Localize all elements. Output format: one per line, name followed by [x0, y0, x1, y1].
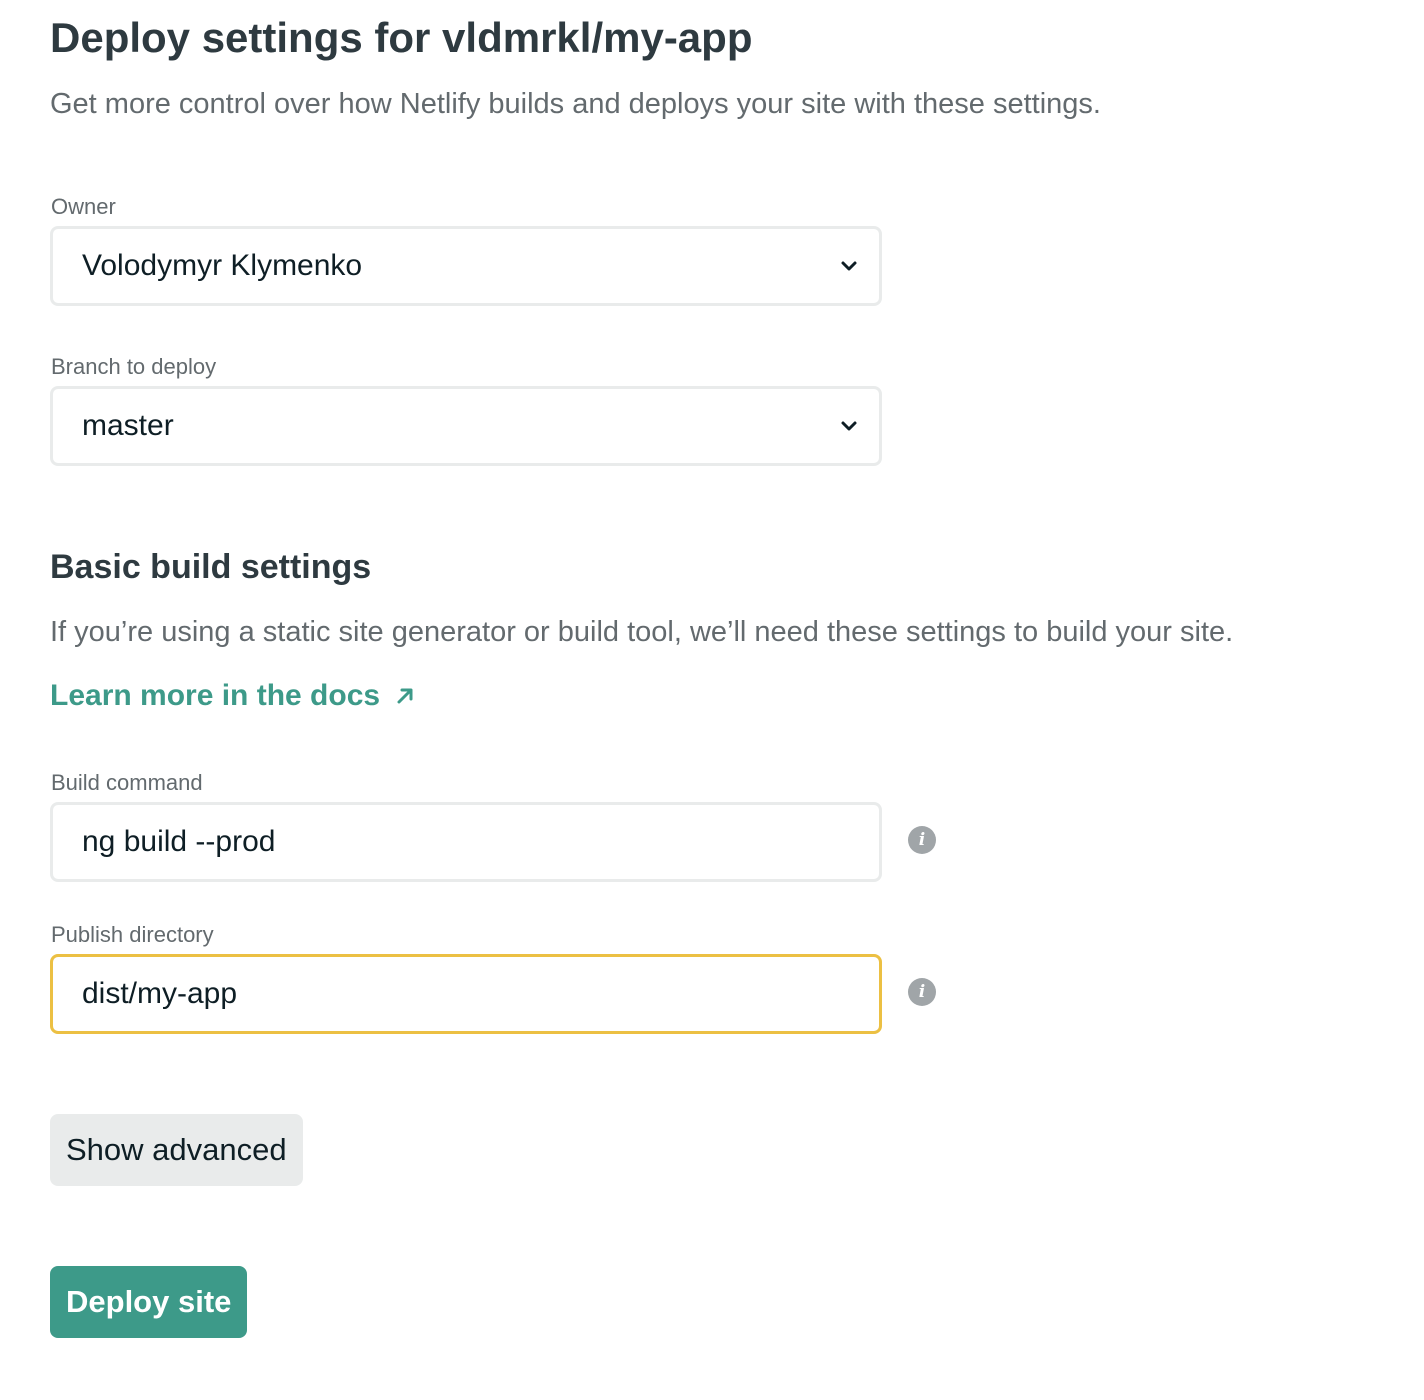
branch-select[interactable]: master: [50, 386, 882, 466]
docs-link[interactable]: Learn more in the docs: [50, 679, 416, 713]
owner-select[interactable]: Volodymyr Klymenko: [50, 226, 882, 306]
page-subtitle: Get more control over how Netlify builds…: [50, 88, 1101, 120]
build-command-info-icon[interactable]: i: [908, 826, 936, 854]
chevron-down-icon: [841, 421, 857, 431]
build-settings-description: If you’re using a static site generator …: [50, 616, 1234, 648]
page-title: Deploy settings for vldmrkl/my-app: [50, 14, 753, 61]
external-arrow-icon: [397, 688, 413, 704]
publish-directory-value: dist/my-app: [82, 977, 238, 1010]
build-command-input[interactable]: ng build --prod: [50, 802, 882, 882]
build-settings-title: Basic build settings: [50, 548, 372, 586]
show-advanced-button[interactable]: Show advanced: [50, 1114, 303, 1186]
branch-label: Branch to deploy: [51, 354, 217, 379]
publish-directory-input[interactable]: dist/my-app: [50, 954, 882, 1034]
chevron-down-icon: [841, 261, 857, 271]
owner-select-value: Volodymyr Klymenko: [82, 249, 363, 282]
owner-label: Owner: [51, 194, 116, 219]
build-command-label: Build command: [51, 770, 203, 795]
publish-directory-info-icon[interactable]: i: [908, 978, 936, 1006]
build-command-value: ng build --prod: [82, 825, 276, 858]
branch-select-value: master: [82, 409, 174, 442]
publish-directory-label: Publish directory: [51, 922, 214, 947]
docs-link-label: Learn more in the docs: [50, 679, 381, 712]
deploy-site-button[interactable]: Deploy site: [50, 1266, 248, 1338]
